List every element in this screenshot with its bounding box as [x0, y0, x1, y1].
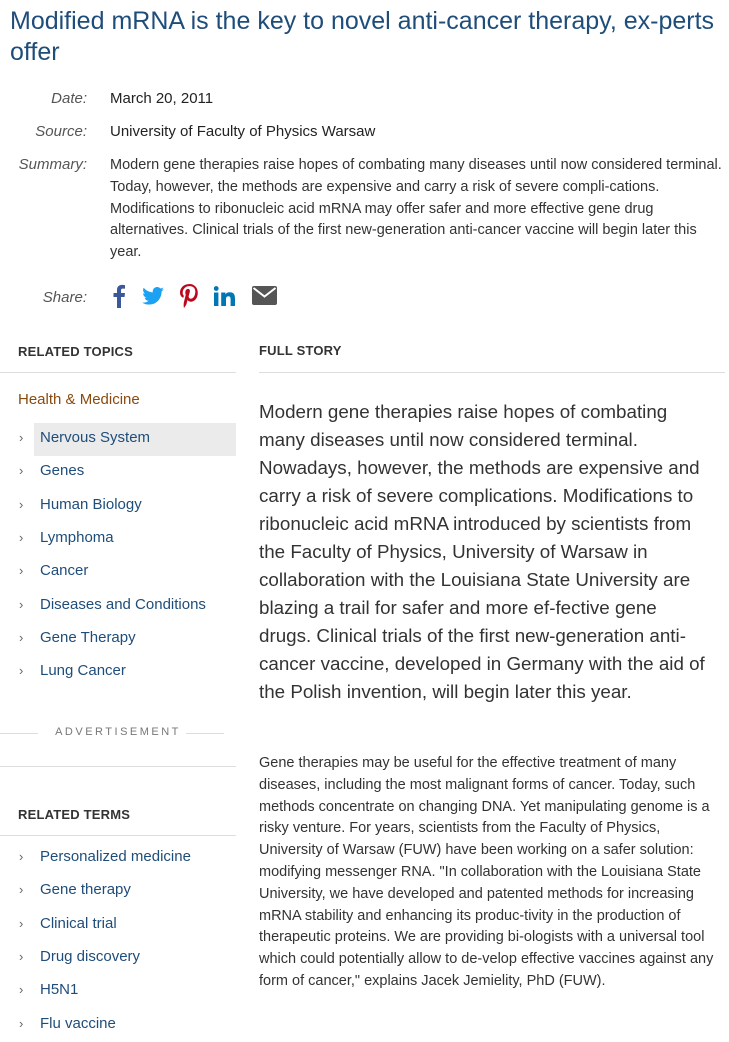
- related-topics-heading: RELATED TOPICS: [18, 344, 133, 359]
- list-item-label[interactable]: Cancer: [40, 562, 88, 579]
- list-item-label[interactable]: Clinical trial: [40, 915, 117, 932]
- chevron-right-icon: ›: [19, 463, 24, 479]
- term-link-h5n1[interactable]: › H5N1: [0, 975, 236, 1008]
- list-item-label[interactable]: Personalized medicine: [40, 848, 191, 865]
- divider: [0, 766, 236, 767]
- chevron-right-icon: ›: [19, 529, 24, 545]
- date-value: March 20, 2011: [110, 90, 214, 107]
- list-item-label[interactable]: Diseases and Conditions: [40, 596, 206, 613]
- term-link-drug-discovery[interactable]: › Drug discovery: [0, 942, 236, 975]
- topic-link-genes[interactable]: › Genes: [0, 456, 236, 489]
- pinterest-icon[interactable]: [180, 283, 198, 313]
- term-link-flu-vaccine[interactable]: › Flu vaccine: [0, 1009, 236, 1042]
- linkedin-icon[interactable]: [213, 285, 236, 311]
- topic-link-nervous-system[interactable]: › Nervous System: [0, 423, 236, 456]
- divider: [259, 372, 725, 373]
- chevron-right-icon: ›: [19, 982, 24, 998]
- topic-link-cancer[interactable]: › Cancer: [0, 556, 236, 589]
- list-item-label[interactable]: Flu vaccine: [40, 1015, 116, 1032]
- term-link-clinical-trial[interactable]: › Clinical trial: [0, 909, 236, 942]
- chevron-right-icon: ›: [19, 1015, 24, 1031]
- summary-text: Modern gene therapies raise hopes of com…: [110, 157, 722, 261]
- term-link-gene-therapy[interactable]: › Gene therapy: [0, 875, 236, 908]
- chevron-right-icon: ›: [19, 915, 24, 931]
- chevron-right-icon: ›: [19, 849, 24, 864]
- date-label: Date:: [51, 90, 87, 107]
- list-item-label[interactable]: Nervous System: [40, 429, 150, 446]
- chevron-right-icon: ›: [19, 948, 24, 964]
- list-item-label[interactable]: Lung Cancer: [40, 662, 126, 679]
- share-label: Share:: [42, 289, 87, 306]
- divider: [186, 733, 224, 734]
- list-item-label[interactable]: Drug discovery: [40, 948, 140, 965]
- chevron-right-icon: ›: [19, 430, 24, 445]
- topic-category-health-medicine[interactable]: Health & Medicine: [18, 391, 140, 408]
- term-link-personalized-medicine[interactable]: › Personalized medicine: [0, 842, 236, 875]
- list-item-label[interactable]: Gene therapy: [40, 881, 131, 898]
- list-item-label[interactable]: H5N1: [40, 981, 78, 998]
- list-item-label[interactable]: Gene Therapy: [40, 629, 136, 646]
- story-lead: Modern gene therapies raise hopes of com…: [259, 401, 705, 702]
- chevron-right-icon: ›: [19, 663, 24, 679]
- divider: [0, 835, 236, 836]
- advertisement-label: ADVERTISEMENT: [55, 726, 181, 738]
- email-icon[interactable]: [252, 286, 277, 310]
- divider: [0, 372, 236, 373]
- chevron-right-icon: ›: [19, 629, 24, 645]
- chevron-right-icon: ›: [19, 496, 24, 512]
- topic-link-gene-therapy[interactable]: › Gene Therapy: [0, 623, 236, 656]
- facebook-icon[interactable]: [112, 284, 126, 313]
- summary-label: Summary:: [18, 156, 87, 173]
- list-item-label[interactable]: Lymphoma: [40, 529, 114, 546]
- story-body: Gene therapies may be useful for the eff…: [259, 755, 714, 989]
- topic-link-lung-cancer[interactable]: › Lung Cancer: [0, 656, 236, 689]
- related-terms-heading: RELATED TERMS: [18, 807, 131, 822]
- list-item-label[interactable]: Human Biology: [40, 496, 142, 513]
- full-story-heading: FULL STORY: [259, 343, 342, 358]
- list-item-label[interactable]: Genes: [40, 462, 84, 479]
- chevron-right-icon: ›: [19, 563, 24, 579]
- twitter-icon[interactable]: [142, 286, 164, 310]
- source-value: University of Faculty of Physics Warsaw: [110, 123, 376, 140]
- topic-link-lymphoma[interactable]: › Lymphoma: [0, 523, 236, 556]
- source-label: Source:: [35, 123, 87, 140]
- share-icons: [112, 283, 293, 313]
- topic-link-human-biology[interactable]: › Human Biology: [0, 490, 236, 523]
- topic-link-diseases-and-conditions[interactable]: › Diseases and Conditions: [0, 590, 236, 623]
- article-title: Modified mRNA is the key to novel anti-c…: [10, 7, 715, 66]
- chevron-right-icon: ›: [19, 596, 24, 612]
- chevron-right-icon: ›: [19, 882, 24, 898]
